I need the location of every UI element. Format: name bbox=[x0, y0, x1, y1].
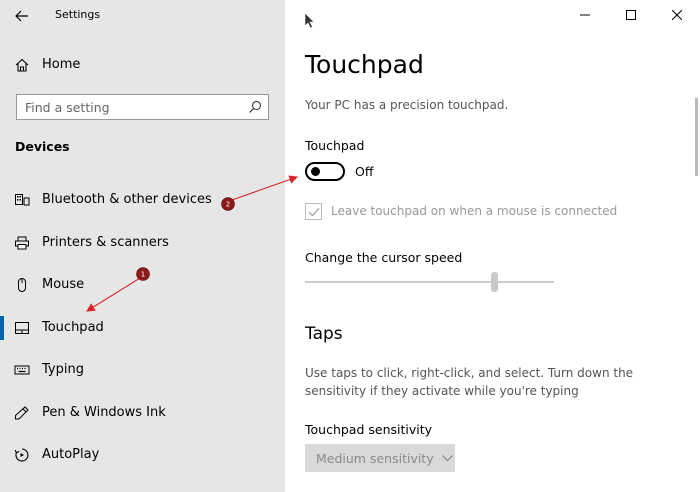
sidebar-item-label: AutoPlay bbox=[42, 447, 100, 462]
mouse-cursor-icon bbox=[304, 12, 315, 29]
printer-icon bbox=[14, 236, 30, 250]
back-button[interactable] bbox=[8, 4, 36, 28]
cursor-speed-slider[interactable] bbox=[305, 272, 554, 292]
close-button[interactable] bbox=[654, 0, 700, 30]
touchpad-toggle[interactable] bbox=[305, 162, 345, 181]
bluetooth-keyboard-icon bbox=[14, 193, 30, 207]
sidebar-item-pen[interactable]: Pen & Windows Ink bbox=[0, 396, 285, 430]
sensitivity-dropdown[interactable]: Medium sensitivity bbox=[305, 444, 455, 472]
chevron-down-icon bbox=[441, 454, 453, 461]
slider-track bbox=[305, 281, 554, 283]
sidebar-item-label: Touchpad bbox=[42, 320, 104, 335]
taps-description: Use taps to click, right-click, and sele… bbox=[305, 366, 634, 398]
search-box[interactable] bbox=[16, 94, 269, 120]
checkmark-icon bbox=[308, 207, 320, 217]
main-content: Touchpad Your PC has a precision touchpa… bbox=[285, 0, 700, 492]
toggle-state: Off bbox=[355, 164, 374, 179]
sensitivity-label: Touchpad sensitivity bbox=[305, 422, 433, 437]
sidebar-item-label: Mouse bbox=[42, 277, 85, 292]
sidebar-titlebar: Settings bbox=[0, 0, 285, 32]
sidebar-item-printers[interactable]: Printers & scanners bbox=[0, 226, 285, 260]
section-title-devices: Devices bbox=[15, 139, 70, 154]
taps-heading: Taps bbox=[305, 324, 343, 344]
leave-touchpad-label: Leave touchpad on when a mouse is connec… bbox=[331, 204, 618, 218]
keyboard-icon bbox=[14, 363, 30, 377]
cursor-speed-label: Change the cursor speed bbox=[305, 250, 463, 265]
sidebar: Settings Home Devices Bluetooth & other … bbox=[0, 0, 285, 492]
sensitivity-value: Medium sensitivity bbox=[316, 450, 434, 466]
sidebar-item-label: Typing bbox=[42, 362, 84, 377]
maximize-button[interactable] bbox=[608, 0, 654, 30]
sidebar-item-typing[interactable]: Typing bbox=[0, 353, 285, 387]
search-input[interactable] bbox=[17, 95, 242, 119]
home-icon bbox=[15, 58, 29, 72]
sidebar-item-autoplay[interactable]: AutoPlay bbox=[0, 438, 285, 472]
back-arrow-icon bbox=[15, 10, 28, 22]
sidebar-item-label: Bluetooth & other devices bbox=[42, 192, 212, 207]
toggle-knob bbox=[311, 167, 320, 176]
close-icon bbox=[672, 10, 682, 20]
scrollbar[interactable] bbox=[695, 98, 698, 176]
sidebar-item-touchpad[interactable]: Touchpad bbox=[0, 311, 285, 345]
pen-icon bbox=[14, 406, 30, 420]
sidebar-item-label: Printers & scanners bbox=[42, 235, 169, 250]
touchpad-label: Touchpad bbox=[305, 138, 365, 153]
sidebar-item-label: Pen & Windows Ink bbox=[42, 405, 166, 420]
app-title: Settings bbox=[55, 8, 101, 21]
slider-thumb[interactable] bbox=[491, 272, 499, 292]
sidebar-item-mouse[interactable]: Mouse bbox=[0, 268, 285, 302]
search-icon[interactable] bbox=[248, 100, 262, 114]
window-controls bbox=[562, 0, 700, 30]
leave-touchpad-checkbox[interactable] bbox=[305, 203, 322, 220]
minimize-button[interactable] bbox=[562, 0, 608, 30]
maximize-icon bbox=[626, 10, 636, 20]
sidebar-item-bluetooth[interactable]: Bluetooth & other devices bbox=[0, 183, 285, 217]
autoplay-icon bbox=[14, 448, 30, 462]
mouse-icon bbox=[14, 278, 30, 292]
precision-info: Your PC has a precision touchpad. bbox=[305, 98, 509, 112]
sidebar-item-home[interactable]: Home bbox=[0, 50, 285, 80]
page-title: Touchpad bbox=[305, 50, 424, 79]
home-label: Home bbox=[42, 57, 81, 72]
touchpad-icon bbox=[14, 321, 30, 335]
minimize-icon bbox=[580, 14, 590, 16]
